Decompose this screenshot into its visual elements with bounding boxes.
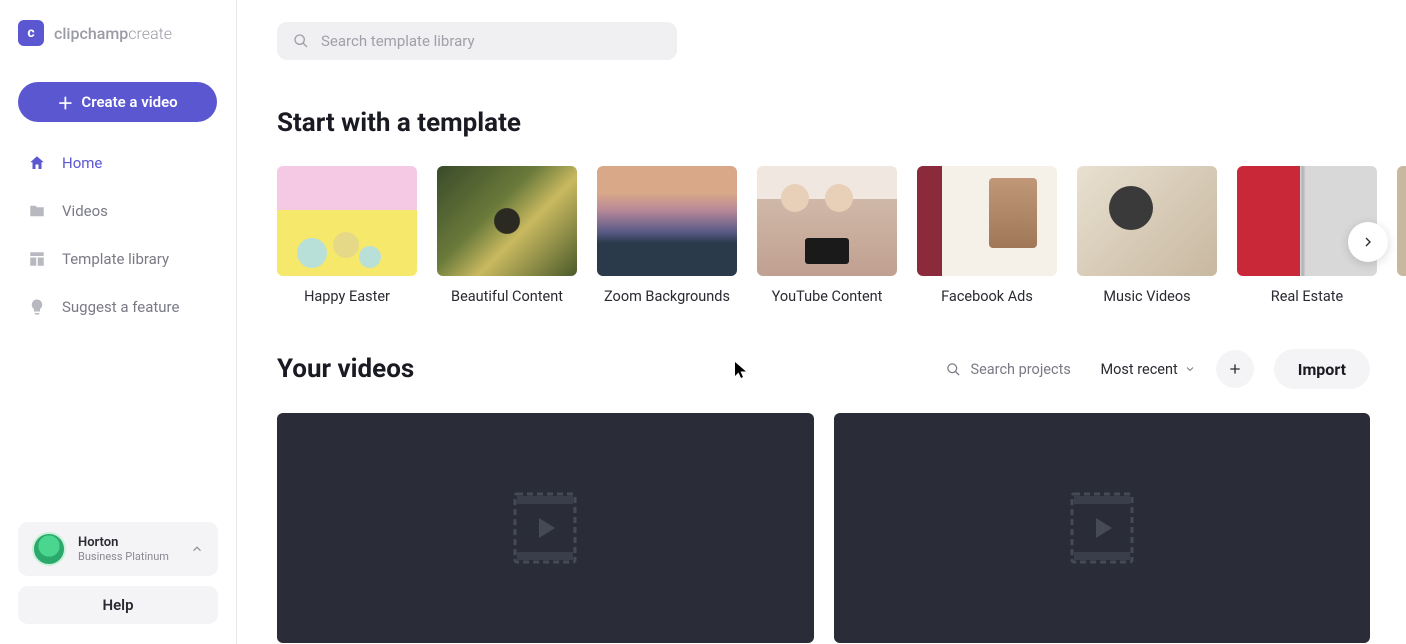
folder-icon: [28, 202, 46, 220]
logo-text: clipchampcreate: [54, 24, 172, 43]
templates-heading: Start with a template: [277, 108, 1406, 138]
template-label: Music Videos: [1077, 288, 1217, 305]
videos-header: Your videos Most recent Import: [277, 349, 1406, 389]
new-video-button[interactable]: [1216, 350, 1254, 388]
sidebar-item-template-library[interactable]: Template library: [18, 236, 218, 282]
user-info: Horton Business Platinum: [78, 535, 178, 563]
search-bar[interactable]: [277, 22, 677, 60]
import-button[interactable]: Import: [1274, 349, 1370, 389]
user-plan: Business Platinum: [78, 550, 178, 563]
template-label: Beautiful Content: [437, 288, 577, 305]
sidebar-item-home[interactable]: Home: [18, 140, 218, 186]
template-icon: [28, 250, 46, 268]
user-name: Horton: [78, 535, 178, 550]
templates-row: Happy Easter Beautiful Content Zoom Back…: [277, 166, 1406, 305]
brand-name-sub: create: [128, 24, 172, 43]
template-label: Facebook Ads: [917, 288, 1057, 305]
chevron-up-icon: [190, 542, 204, 556]
template-label: YouTube Content: [757, 288, 897, 305]
template-card[interactable]: Facebook Ads: [917, 166, 1057, 305]
videos-heading: Your videos: [277, 354, 414, 384]
user-menu[interactable]: Horton Business Platinum: [18, 522, 218, 576]
sidebar-item-videos[interactable]: Videos: [18, 188, 218, 234]
template-card[interactable]: Beautiful Content: [437, 166, 577, 305]
chevron-right-icon: [1360, 234, 1376, 250]
brand-name-main: clipchamp: [54, 24, 128, 43]
projects-search-input[interactable]: [971, 361, 1081, 378]
help-button[interactable]: Help: [18, 586, 218, 624]
projects-search[interactable]: [946, 361, 1081, 378]
sidebar-item-label: Videos: [62, 202, 108, 220]
template-thumbnail: [917, 166, 1057, 276]
search-icon: [293, 33, 309, 49]
sidebar-bottom: Horton Business Platinum Help: [18, 522, 218, 624]
template-card[interactable]: Zoom Backgrounds: [597, 166, 737, 305]
video-card[interactable]: [834, 413, 1371, 643]
template-label: Zoom Backgrounds: [597, 288, 737, 305]
brand-logo[interactable]: c clipchampcreate: [18, 20, 218, 46]
main-content: Start with a template Happy Easter Beaut…: [237, 0, 1406, 644]
film-icon: [1070, 492, 1134, 564]
template-card[interactable]: YouTube Content: [757, 166, 897, 305]
template-label: Happy Easter: [277, 288, 417, 305]
logo-mark: c: [18, 20, 44, 46]
create-video-label: Create a video: [81, 93, 177, 111]
create-video-button[interactable]: ＋ Create a video: [18, 82, 217, 122]
template-thumbnail: [597, 166, 737, 276]
avatar: [32, 532, 66, 566]
search-input[interactable]: [321, 32, 661, 50]
sidebar-item-label: Suggest a feature: [62, 298, 179, 316]
videos-controls: Most recent Import: [946, 349, 1371, 389]
template-thumbnail: [757, 166, 897, 276]
plus-icon: ＋: [57, 90, 73, 114]
video-card[interactable]: [277, 413, 814, 643]
template-thumbnail: [1237, 166, 1377, 276]
home-icon: [28, 154, 46, 172]
template-thumbnail: [277, 166, 417, 276]
sidebar-nav: Home Videos Template library Suggest a f…: [18, 140, 218, 330]
video-grid: [277, 413, 1406, 643]
template-thumbnail: [1077, 166, 1217, 276]
template-card[interactable]: Music Videos: [1077, 166, 1217, 305]
sidebar-item-label: Template library: [62, 250, 169, 268]
templates-next-button[interactable]: [1348, 222, 1388, 262]
sort-dropdown[interactable]: Most recent: [1101, 361, 1196, 378]
sort-label: Most recent: [1101, 361, 1178, 378]
lightbulb-icon: [28, 298, 46, 316]
sidebar-item-suggest-feature[interactable]: Suggest a feature: [18, 284, 218, 330]
sidebar-item-label: Home: [62, 154, 102, 172]
chevron-down-icon: [1184, 363, 1196, 375]
sidebar: c clipchampcreate ＋ Create a video Home …: [0, 0, 237, 644]
template-card[interactable]: Happy Easter: [277, 166, 417, 305]
template-card[interactable]: [1397, 166, 1406, 305]
template-label: Real Estate: [1237, 288, 1377, 305]
search-icon: [946, 362, 961, 377]
template-thumbnail: [1397, 166, 1406, 276]
film-icon: [513, 492, 577, 564]
plus-icon: [1227, 361, 1243, 377]
template-thumbnail: [437, 166, 577, 276]
